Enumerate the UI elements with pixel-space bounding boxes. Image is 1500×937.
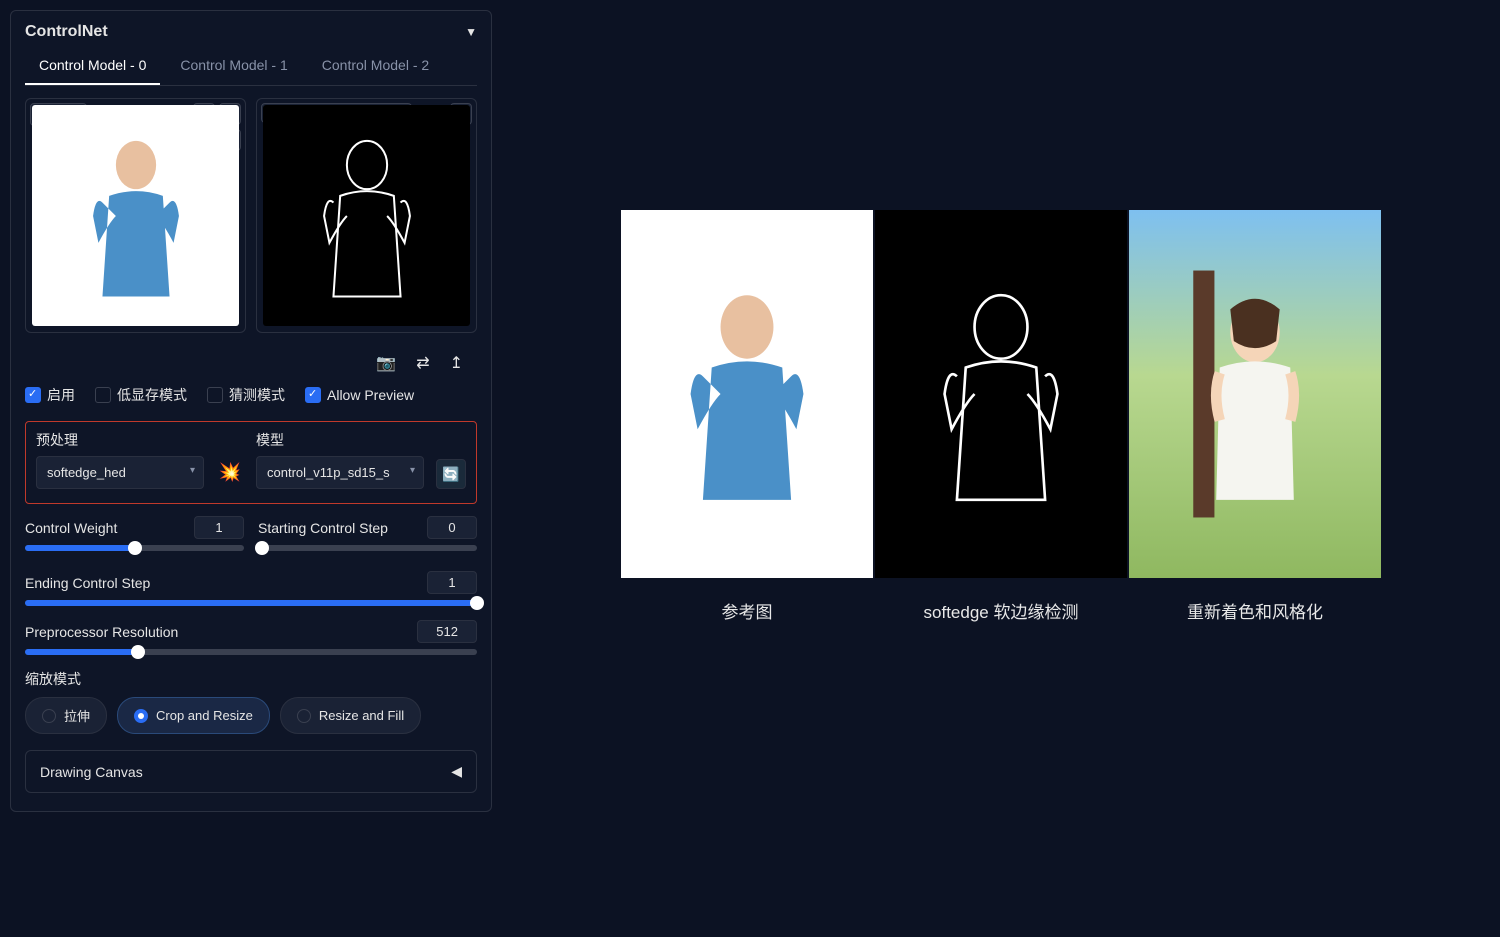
checkbox-icon [305,387,321,403]
softedge-image [875,210,1127,578]
radio-icon [297,709,311,723]
triptych-caption-3: 重新着色和风格化 [1129,598,1381,623]
tab-control-model-0[interactable]: Control Model - 0 [25,49,160,85]
pre-res-label: Preprocessor Resolution [25,624,178,640]
controlnet-panel: ControlNet ▼ Control Model - 0 Control M… [0,0,502,937]
triptych-col-2: softedge 软边缘检测 [875,210,1127,623]
start-step-slider[interactable] [258,545,477,551]
person-photo-placeholder [63,122,208,310]
tab-control-model-1[interactable]: Control Model - 1 [166,49,301,85]
stylized-image [1129,210,1381,578]
pre-res-slider[interactable] [25,649,477,655]
person-photo-placeholder [659,238,835,551]
preproc-label: 预处理 [36,430,204,450]
edge-outline-placeholder [913,238,1089,551]
scale-stretch-radio[interactable]: 拉伸 [25,697,107,734]
refresh-icon[interactable]: 🔄 [436,459,466,489]
panel-title: ControlNet [25,23,108,41]
preview-image[interactable] [263,105,470,326]
preproc-model-group: 预处理 softedge_hed 💥 模型 control_v11p_sd15_… [25,421,477,504]
checkbox-icon [207,387,223,403]
control-weight-slider[interactable] [25,545,244,551]
image-row: ▣ 图像 ↶ ✕ ✎ ▣ [25,98,477,333]
guess-checkbox[interactable]: 猜测模式 [207,385,285,405]
start-step-value[interactable]: 0 [427,516,477,539]
panel-box: ControlNet ▼ Control Model - 0 Control M… [10,10,492,812]
anime-person-placeholder [1167,238,1343,551]
model-label: 模型 [256,430,424,450]
reference-image [621,210,873,578]
enable-checkbox[interactable]: 启用 [25,385,75,405]
end-step-value[interactable]: 1 [427,571,477,594]
triptych-caption-2: softedge 软边缘检测 [875,598,1127,623]
action-icons: 📷 ⇄ ↥ [25,345,477,385]
canvas-label: Drawing Canvas [40,764,143,780]
upload-icon[interactable]: ↥ [450,353,463,373]
control-weight-label: Control Weight [25,520,117,536]
scale-crop-radio[interactable]: Crop and Resize [117,697,270,734]
triptych: 参考图 softedge 软边缘检测 重新着色和风格化 [621,210,1381,623]
tabs: Control Model - 0 Control Model - 1 Cont… [25,49,477,86]
checkbox-icon [95,387,111,403]
swap-icon[interactable]: ⇄ [416,353,429,373]
source-image[interactable] [32,105,239,326]
scale-mode-label: 缩放模式 [25,669,477,689]
checkbox-icon [25,387,41,403]
preproc-select[interactable]: softedge_hed [36,456,204,489]
camera-icon[interactable]: 📷 [376,353,396,373]
scale-mode-radios: 拉伸 Crop and Resize Resize and Fill [25,697,477,734]
radio-icon [42,709,56,723]
radio-icon [134,709,148,723]
weight-start-row: Control Weight 1 Starting Control Step 0 [25,516,477,565]
start-step-label: Starting Control Step [258,520,388,536]
edge-outline-placeholder [294,122,439,310]
pre-res-value[interactable]: 512 [417,620,477,643]
drawing-canvas-toggle[interactable]: Drawing Canvas ◀ [25,750,477,793]
checkbox-row: 启用 低显存模式 猜测模式 Allow Preview [25,385,477,405]
end-step-slider[interactable] [25,600,477,606]
model-select[interactable]: control_v11p_sd15_s [256,456,424,489]
scale-fill-radio[interactable]: Resize and Fill [280,697,421,734]
control-weight-value[interactable]: 1 [194,516,244,539]
right-preview-area: 参考图 softedge 软边缘检测 重新着色和风格化 [502,0,1500,937]
tab-control-model-2[interactable]: Control Model - 2 [308,49,443,85]
preview-card: ▣ Preprocessor Preview ⬇ [256,98,477,333]
collapse-icon[interactable]: ▼ [465,25,477,39]
triptych-caption-1: 参考图 [621,598,873,623]
allow-preview-checkbox[interactable]: Allow Preview [305,387,414,403]
panel-header: ControlNet ▼ [25,23,477,41]
lowvram-checkbox[interactable]: 低显存模式 [95,385,187,405]
end-step-label: Ending Control Step [25,575,150,591]
explosion-icon[interactable]: 💥 [216,462,244,489]
triptych-col-3: 重新着色和风格化 [1129,210,1381,623]
source-image-card: ▣ 图像 ↶ ✕ ✎ [25,98,246,333]
chevron-left-icon: ◀ [451,763,462,780]
triptych-col-1: 参考图 [621,210,873,623]
